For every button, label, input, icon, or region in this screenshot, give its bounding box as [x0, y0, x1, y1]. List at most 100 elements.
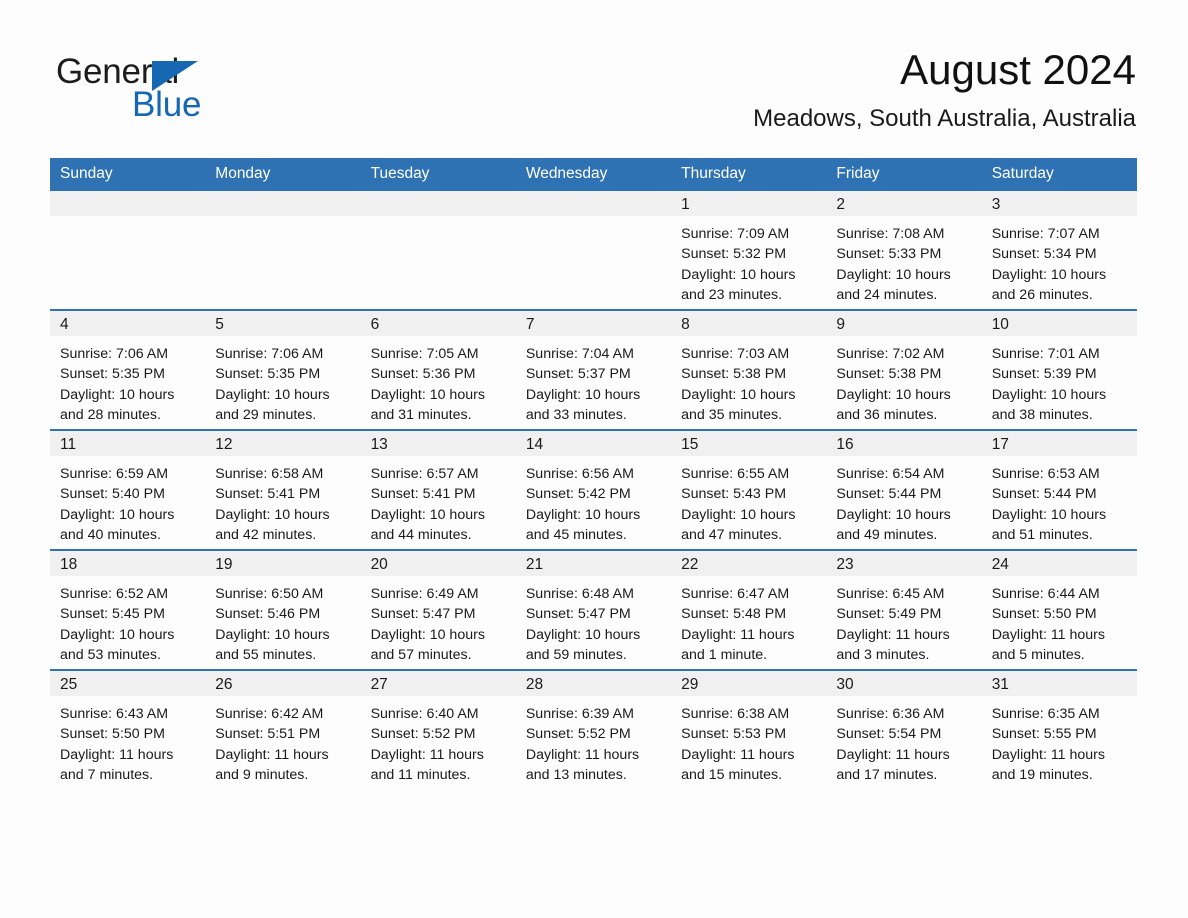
- day-detail-line: Daylight: 10 hours: [215, 386, 330, 403]
- day-number-band: 8: [671, 311, 827, 336]
- day-number: 1: [681, 196, 690, 213]
- day-details: Sunrise: 6:36 AM Sunset: 5:54 PM Daylight:…: [826, 696, 981, 785]
- day-detail-line: Sunrise: 6:45 AM: [836, 586, 945, 602]
- calendar-day-cell[interactable]: 19 Sunrise: 6:50 AM Sunset: 5:46 PM Dayligh…: [205, 549, 361, 670]
- day-detail-line: and 47 minutes.: [681, 526, 783, 543]
- calendar-day-cell[interactable]: 22 Sunrise: 6:47 AM Sunset: 5:48 PM Dayligh…: [671, 549, 827, 670]
- day-detail-line: Sunset: 5:37 PM: [525, 366, 631, 383]
- day-detail-line: Sunrise: 6:53 AM: [991, 466, 1100, 482]
- day-number-band: 29: [671, 671, 827, 696]
- day-details: [50, 216, 205, 224]
- day-number-band: 17: [981, 431, 1137, 456]
- day-detail-line: Sunrise: 7:06 AM: [215, 346, 324, 362]
- day-number: 15: [681, 436, 699, 453]
- day-detail-line: Sunrise: 6:50 AM: [215, 586, 324, 602]
- day-detail-line: Daylight: 10 hours: [525, 386, 641, 403]
- day-detail-line: Sunset: 5:43 PM: [681, 486, 787, 503]
- day-details: Sunrise: 6:49 AM Sunset: 5:47 PM Daylight:…: [361, 576, 516, 665]
- calendar-day-cell[interactable]: 21 Sunrise: 6:48 AM Sunset: 5:47 PM Dayligh…: [515, 549, 672, 670]
- day-number-band: 3: [981, 191, 1137, 216]
- day-details: Sunrise: 6:56 AM Sunset: 5:42 PM Daylight:…: [516, 456, 671, 545]
- day-detail-line: and 7 minutes.: [60, 766, 154, 783]
- day-details: [361, 216, 516, 224]
- day-detail-line: Sunrise: 6:39 AM: [525, 706, 634, 722]
- day-number: 19: [215, 556, 233, 573]
- day-detail-line: and 11 minutes.: [370, 766, 471, 783]
- day-details: Sunrise: 6:53 AM Sunset: 5:44 PM Daylight:…: [982, 456, 1137, 545]
- calendar-day-cell[interactable]: 26 Sunrise: 6:42 AM Sunset: 5:51 PM Dayligh…: [205, 669, 361, 789]
- calendar-day-cell[interactable]: 7 Sunrise: 7:04 AM Sunset: 5:37 PM Daylight…: [515, 309, 672, 430]
- calendar-day-cell[interactable]: 12 Sunrise: 6:58 AM Sunset: 5:41 PM Dayligh…: [205, 429, 361, 550]
- day-detail-line: Daylight: 11 hours: [525, 746, 640, 763]
- calendar-day-cell[interactable]: 3 Sunrise: 7:07 AM Sunset: 5:34 PM Daylight…: [981, 191, 1137, 310]
- calendar-week-row: 18 Sunrise: 6:52 AM Sunset: 5:45 PM Dayligh…: [50, 549, 1137, 670]
- calendar-day-cell[interactable]: 5 Sunrise: 7:06 AM Sunset: 5:35 PM Daylight…: [205, 309, 361, 430]
- calendar-day-cell[interactable]: 8 Sunrise: 7:03 AM Sunset: 5:38 PM Daylight…: [671, 309, 827, 430]
- day-detail-line: Daylight: 10 hours: [836, 266, 951, 283]
- day-number-band: 16: [826, 431, 982, 456]
- day-number: 4: [60, 316, 69, 333]
- calendar-day-cell[interactable]: 13 Sunrise: 6:57 AM Sunset: 5:41 PM Dayligh…: [360, 429, 516, 550]
- day-number-band: 27: [360, 671, 516, 696]
- generalblue-logo[interactable]: General Blue: [56, 52, 356, 132]
- day-detail-line: and 31 minutes.: [370, 406, 472, 423]
- weekday-header-friday: Friday: [826, 158, 982, 191]
- day-detail-line: Sunset: 5:52 PM: [525, 726, 631, 743]
- day-details: Sunrise: 6:48 AM Sunset: 5:47 PM Daylight:…: [516, 576, 671, 665]
- day-number-band: [50, 191, 206, 216]
- day-detail-line: Daylight: 11 hours: [215, 746, 329, 763]
- day-detail-line: Daylight: 11 hours: [991, 746, 1105, 763]
- calendar-day-cell[interactable]: 16 Sunrise: 6:54 AM Sunset: 5:44 PM Dayligh…: [826, 429, 982, 550]
- calendar-day-cell[interactable]: 6 Sunrise: 7:05 AM Sunset: 5:36 PM Daylight…: [360, 309, 516, 430]
- day-detail-line: and 45 minutes.: [525, 526, 627, 543]
- calendar-day-cell[interactable]: 24 Sunrise: 6:44 AM Sunset: 5:50 PM Dayligh…: [981, 549, 1137, 670]
- calendar-day-cell[interactable]: 15 Sunrise: 6:55 AM Sunset: 5:43 PM Dayligh…: [671, 429, 827, 550]
- day-number: 11: [60, 436, 77, 453]
- calendar-day-cell[interactable]: 2 Sunrise: 7:08 AM Sunset: 5:33 PM Daylight…: [826, 191, 982, 310]
- calendar-day-cell[interactable]: 30 Sunrise: 6:36 AM Sunset: 5:54 PM Dayligh…: [826, 669, 982, 789]
- calendar-day-cell[interactable]: 18 Sunrise: 6:52 AM Sunset: 5:45 PM Dayligh…: [50, 549, 206, 670]
- day-detail-line: Sunset: 5:51 PM: [215, 726, 321, 743]
- day-number-band: 20: [360, 551, 516, 576]
- day-detail-line: Daylight: 10 hours: [991, 506, 1107, 523]
- day-number-band: [205, 191, 361, 216]
- day-number: 14: [525, 436, 544, 453]
- day-number-band: 22: [671, 551, 827, 576]
- day-details: Sunrise: 6:39 AM Sunset: 5:52 PM Daylight:…: [516, 696, 671, 785]
- day-details: Sunrise: 6:58 AM Sunset: 5:41 PM Daylight:…: [205, 456, 360, 545]
- day-detail-line: Sunrise: 6:35 AM: [991, 706, 1100, 722]
- day-details: Sunrise: 6:38 AM Sunset: 5:53 PM Daylight:…: [671, 696, 826, 785]
- day-details: Sunrise: 7:07 AM Sunset: 5:34 PM Daylight:…: [982, 216, 1137, 305]
- calendar-day-cell[interactable]: 4 Sunrise: 7:06 AM Sunset: 5:35 PM Daylight…: [50, 309, 206, 430]
- calendar-day-cell[interactable]: 25 Sunrise: 6:43 AM Sunset: 5:50 PM Dayligh…: [50, 669, 206, 789]
- calendar-day-cell[interactable]: 9 Sunrise: 7:02 AM Sunset: 5:38 PM Daylight…: [826, 309, 982, 430]
- day-detail-line: Daylight: 11 hours: [681, 746, 795, 763]
- calendar-day-cell[interactable]: 10 Sunrise: 7:01 AM Sunset: 5:39 PM Dayligh…: [981, 309, 1137, 430]
- day-number-band: 9: [826, 311, 982, 336]
- calendar-day-cell[interactable]: 31 Sunrise: 6:35 AM Sunset: 5:55 PM Dayligh…: [981, 669, 1137, 789]
- day-detail-line: Sunset: 5:50 PM: [991, 606, 1097, 623]
- day-detail-line: Sunset: 5:39 PM: [991, 366, 1097, 383]
- day-number: 26: [215, 676, 233, 693]
- calendar-day-cell[interactable]: 14 Sunrise: 6:56 AM Sunset: 5:42 PM Dayligh…: [515, 429, 672, 550]
- day-number: 25: [60, 676, 78, 693]
- calendar-day-cell[interactable]: 1 Sunrise: 7:09 AM Sunset: 5:32 PM Daylight…: [671, 191, 827, 310]
- calendar-day-cell[interactable]: 28 Sunrise: 6:39 AM Sunset: 5:52 PM Dayligh…: [515, 669, 672, 789]
- day-details: Sunrise: 7:09 AM Sunset: 5:32 PM Daylight:…: [671, 216, 826, 305]
- day-number: 23: [836, 556, 854, 573]
- day-detail-line: Sunrise: 6:38 AM: [681, 706, 790, 722]
- day-details: Sunrise: 7:01 AM Sunset: 5:39 PM Daylight:…: [982, 336, 1137, 425]
- calendar-day-cell[interactable]: 17 Sunrise: 6:53 AM Sunset: 5:44 PM Dayligh…: [981, 429, 1137, 550]
- day-details: Sunrise: 6:54 AM Sunset: 5:44 PM Daylight:…: [826, 456, 981, 545]
- day-detail-line: Sunrise: 6:40 AM: [370, 706, 479, 722]
- day-number: 16: [836, 436, 854, 453]
- calendar-day-cell[interactable]: 29 Sunrise: 6:38 AM Sunset: 5:53 PM Dayligh…: [671, 669, 827, 789]
- calendar-day-cell[interactable]: 11 Sunrise: 6:59 AM Sunset: 5:40 PM Dayligh…: [50, 429, 206, 550]
- calendar-day-cell[interactable]: 27 Sunrise: 6:40 AM Sunset: 5:52 PM Dayligh…: [360, 669, 516, 789]
- day-detail-line: Daylight: 10 hours: [525, 626, 641, 643]
- day-detail-line: and 42 minutes.: [215, 526, 317, 543]
- calendar-day-cell[interactable]: 23 Sunrise: 6:45 AM Sunset: 5:49 PM Dayligh…: [826, 549, 982, 670]
- day-detail-line: and 35 minutes.: [681, 406, 783, 423]
- day-number-band: 26: [205, 671, 361, 696]
- calendar-day-cell[interactable]: 20 Sunrise: 6:49 AM Sunset: 5:47 PM Dayligh…: [360, 549, 516, 670]
